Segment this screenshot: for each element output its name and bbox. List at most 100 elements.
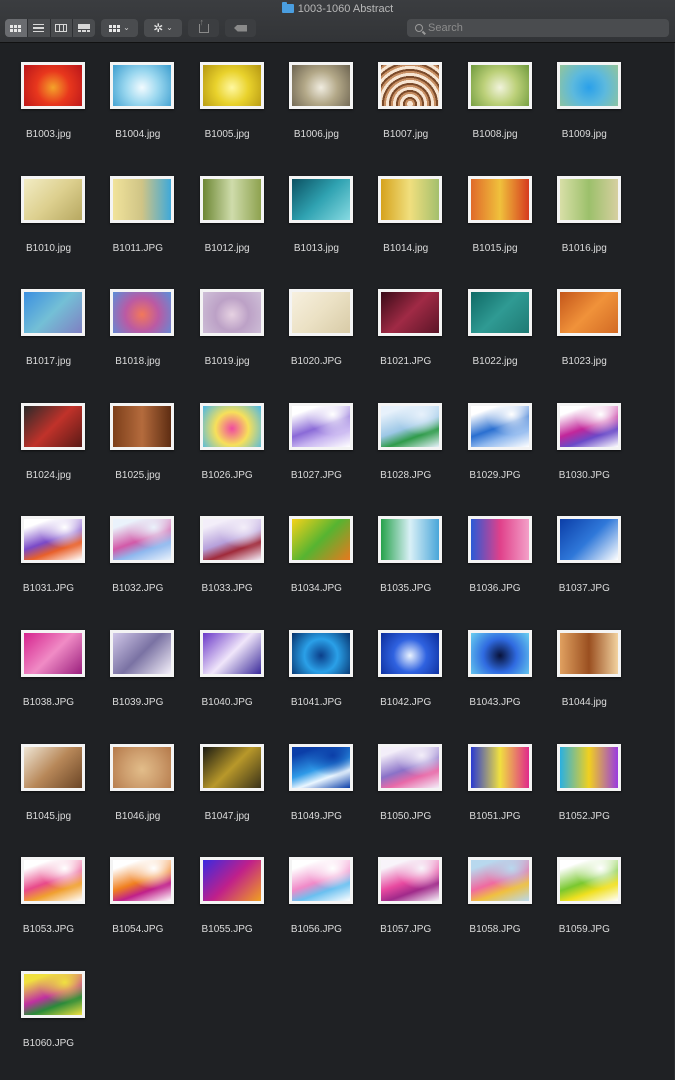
image-thumbnail[interactable] xyxy=(378,175,443,223)
image-thumbnail[interactable] xyxy=(199,857,264,905)
file-item[interactable]: B1038.JPG xyxy=(4,611,93,721)
image-thumbnail[interactable] xyxy=(378,402,443,450)
image-thumbnail[interactable] xyxy=(199,516,264,564)
file-item[interactable]: B1025.jpg xyxy=(93,384,182,494)
file-item[interactable]: B1020.JPG xyxy=(272,270,361,380)
image-thumbnail[interactable] xyxy=(556,857,621,905)
image-thumbnail[interactable] xyxy=(378,62,443,109)
image-thumbnail[interactable] xyxy=(110,857,175,905)
image-thumbnail[interactable] xyxy=(199,630,264,677)
file-name-label[interactable]: B1007.jpg xyxy=(361,129,450,140)
file-item[interactable]: B1007.jpg xyxy=(361,43,450,153)
file-item[interactable]: B1011.JPG xyxy=(93,157,182,267)
image-thumbnail[interactable] xyxy=(288,743,353,791)
file-name-label[interactable]: B1027.JPG xyxy=(272,470,361,481)
file-item[interactable]: B1030.JPG xyxy=(540,384,629,494)
file-name-label[interactable]: B1022.jpg xyxy=(451,356,540,367)
file-item[interactable]: B1013.jpg xyxy=(272,157,361,267)
file-item[interactable]: B1059.JPG xyxy=(540,838,629,948)
image-thumbnail[interactable] xyxy=(378,630,443,677)
file-name-label[interactable]: B1033.JPG xyxy=(183,583,272,594)
file-name-label[interactable]: B1055.JPG xyxy=(183,924,272,935)
file-name-label[interactable]: B1030.JPG xyxy=(540,470,629,481)
file-item[interactable]: B1036.JPG xyxy=(451,497,540,607)
file-item[interactable]: B1006.jpg xyxy=(272,43,361,153)
file-name-label[interactable]: B1010.jpg xyxy=(4,243,93,254)
image-thumbnail[interactable] xyxy=(467,857,532,905)
file-name-label[interactable]: B1003.jpg xyxy=(4,129,93,140)
file-name-label[interactable]: B1024.jpg xyxy=(4,470,93,481)
image-thumbnail[interactable] xyxy=(467,516,532,564)
file-item[interactable]: B1034.JPG xyxy=(272,497,361,607)
image-thumbnail[interactable] xyxy=(378,857,443,905)
file-item[interactable]: B1004.jpg xyxy=(93,43,182,153)
file-name-label[interactable]: B1017.jpg xyxy=(4,356,93,367)
file-item[interactable]: B1060.JPG xyxy=(4,952,93,1062)
file-item[interactable]: B1015.jpg xyxy=(451,157,540,267)
image-thumbnail[interactable] xyxy=(467,402,532,450)
file-name-label[interactable]: B1031.JPG xyxy=(4,583,93,594)
file-name-label[interactable]: B1058.JPG xyxy=(451,924,540,935)
image-thumbnail[interactable] xyxy=(467,62,532,109)
image-thumbnail[interactable] xyxy=(110,516,175,564)
file-name-label[interactable]: B1053.JPG xyxy=(4,924,93,935)
file-item[interactable]: B1046.jpg xyxy=(93,725,182,835)
file-name-label[interactable]: B1021.JPG xyxy=(361,356,450,367)
image-thumbnail[interactable] xyxy=(378,743,443,791)
image-thumbnail[interactable] xyxy=(21,62,85,109)
file-item[interactable]: B1047.jpg xyxy=(183,725,272,835)
file-item[interactable]: B1016.jpg xyxy=(540,157,629,267)
file-name-label[interactable]: B1006.jpg xyxy=(272,129,361,140)
image-thumbnail[interactable] xyxy=(199,175,264,223)
icon-view-button[interactable] xyxy=(5,19,28,37)
share-button[interactable] xyxy=(188,17,219,37)
file-name-label[interactable]: B1050.JPG xyxy=(361,811,450,822)
image-thumbnail[interactable] xyxy=(288,289,353,337)
file-item[interactable]: B1008.jpg xyxy=(451,43,540,153)
file-item[interactable]: B1019.jpg xyxy=(183,270,272,380)
file-item[interactable]: B1044.jpg xyxy=(540,611,629,721)
file-item[interactable]: B1055.JPG xyxy=(183,838,272,948)
file-name-label[interactable]: B1042.JPG xyxy=(361,697,450,708)
file-name-label[interactable]: B1056.JPG xyxy=(272,924,361,935)
file-name-label[interactable]: B1047.jpg xyxy=(183,811,272,822)
file-item[interactable]: B1012.jpg xyxy=(183,157,272,267)
file-item[interactable]: B1041.JPG xyxy=(272,611,361,721)
file-name-label[interactable]: B1035.JPG xyxy=(361,583,450,594)
file-name-label[interactable]: B1012.jpg xyxy=(183,243,272,254)
image-thumbnail[interactable] xyxy=(556,743,621,791)
file-item[interactable]: B1028.JPG xyxy=(361,384,450,494)
image-thumbnail[interactable] xyxy=(21,743,85,791)
file-name-label[interactable]: B1060.JPG xyxy=(4,1038,93,1049)
file-name-label[interactable]: B1052.JPG xyxy=(540,811,629,822)
file-item[interactable]: B1042.JPG xyxy=(361,611,450,721)
file-item[interactable]: B1035.JPG xyxy=(361,497,450,607)
file-item[interactable]: B1003.jpg xyxy=(4,43,93,153)
file-item[interactable]: B1052.JPG xyxy=(540,725,629,835)
file-name-label[interactable]: B1057.JPG xyxy=(361,924,450,935)
file-name-label[interactable]: B1043.JPG xyxy=(451,697,540,708)
file-name-label[interactable]: B1037.JPG xyxy=(540,583,629,594)
file-item[interactable]: B1039.JPG xyxy=(93,611,182,721)
image-thumbnail[interactable] xyxy=(467,743,532,791)
file-name-label[interactable]: B1013.jpg xyxy=(272,243,361,254)
file-item[interactable]: B1024.jpg xyxy=(4,384,93,494)
file-name-label[interactable]: B1005.jpg xyxy=(183,129,272,140)
file-name-label[interactable]: B1040.JPG xyxy=(183,697,272,708)
image-thumbnail[interactable] xyxy=(556,175,621,223)
file-name-label[interactable]: B1038.JPG xyxy=(4,697,93,708)
file-item[interactable]: B1022.jpg xyxy=(451,270,540,380)
image-thumbnail[interactable] xyxy=(556,402,621,450)
file-name-label[interactable]: B1009.jpg xyxy=(540,129,629,140)
image-thumbnail[interactable] xyxy=(21,857,85,905)
file-item[interactable]: B1009.jpg xyxy=(540,43,629,153)
image-thumbnail[interactable] xyxy=(199,289,264,337)
file-name-label[interactable]: B1044.jpg xyxy=(540,697,629,708)
file-item[interactable]: B1033.JPG xyxy=(183,497,272,607)
file-item[interactable]: B1014.jpg xyxy=(361,157,450,267)
file-name-label[interactable]: B1015.jpg xyxy=(451,243,540,254)
file-name-label[interactable]: B1059.JPG xyxy=(540,924,629,935)
image-thumbnail[interactable] xyxy=(288,175,353,223)
file-name-label[interactable]: B1004.jpg xyxy=(93,129,182,140)
image-thumbnail[interactable] xyxy=(467,175,532,223)
